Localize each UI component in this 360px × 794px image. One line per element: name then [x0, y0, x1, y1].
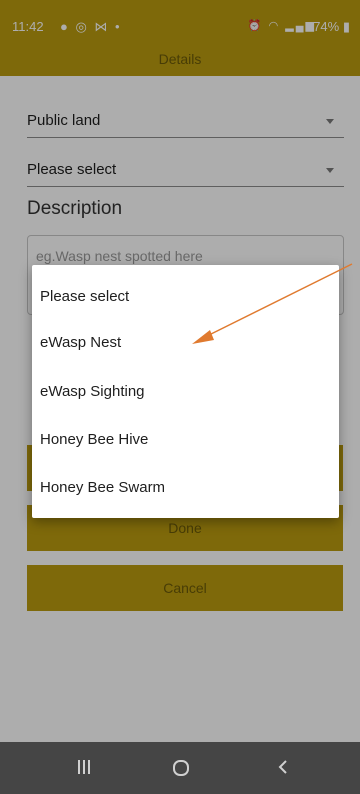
option-please-select[interactable]: Please select [32, 274, 339, 320]
option-honey-bee-hive[interactable]: Honey Bee Hive [32, 417, 339, 463]
option-ewasp-nest[interactable]: eWasp Nest [32, 320, 339, 366]
recent-apps-icon[interactable] [77, 759, 91, 780]
back-icon[interactable] [277, 759, 289, 780]
option-honey-bee-swarm[interactable]: Honey Bee Swarm [32, 465, 339, 511]
app-screen: 11:42 ● ◎ ⋈ • ⏰ ◠ ▂▄▆ 74% ▮ Details Publ… [0, 0, 360, 794]
home-icon[interactable] [172, 759, 190, 782]
system-nav-bar [0, 742, 360, 794]
sighting-type-dialog: Please select eWasp Nest eWasp Sighting … [32, 265, 339, 518]
option-ewasp-sighting[interactable]: eWasp Sighting [32, 369, 339, 415]
